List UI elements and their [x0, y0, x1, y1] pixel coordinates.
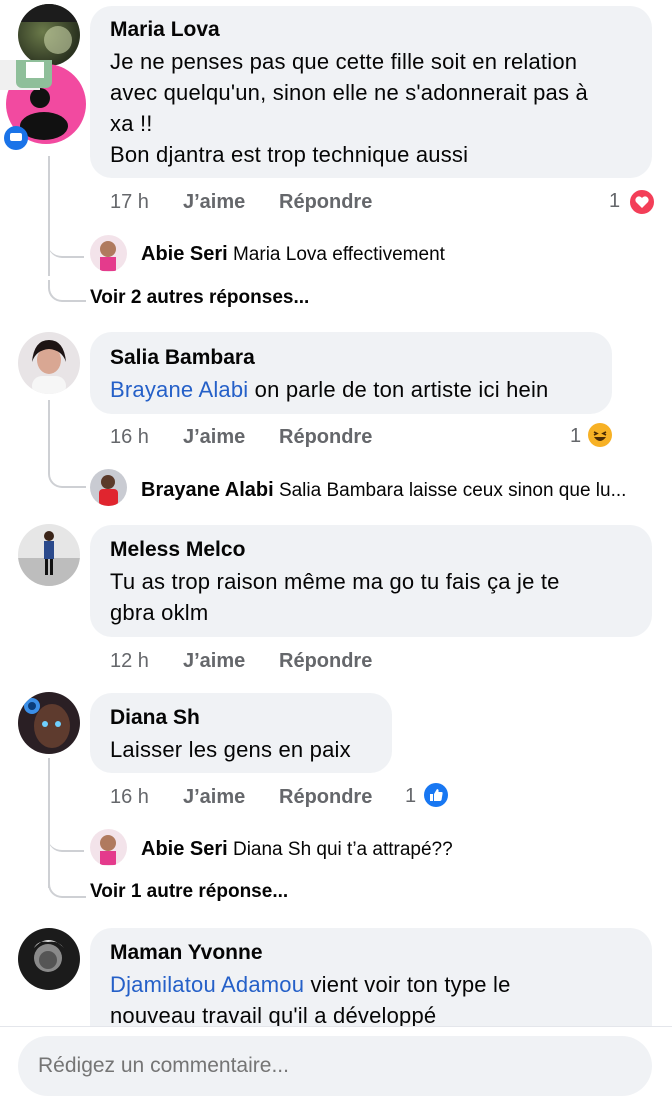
reply-author[interactable]: Brayane Alabi [141, 479, 274, 501]
reply-button[interactable]: Répondre [279, 786, 372, 809]
reply-preview[interactable]: Abie Seri Diana Sh qui t’a attrapé?? [141, 838, 453, 861]
reply-author[interactable]: Abie Seri [141, 838, 228, 860]
comment-text: Djamilatou Adamou vient voir ton type le… [110, 969, 650, 1031]
comment-author[interactable]: Meless Melco [110, 538, 245, 562]
avatar-abie-seri[interactable] [90, 235, 127, 272]
reply-text: effectivement [326, 244, 445, 265]
view-more-replies[interactable]: Voir 1 autre réponse... [90, 881, 288, 903]
thread-elbow [48, 820, 84, 852]
reply-button[interactable]: Répondre [279, 426, 372, 449]
avatar-maman-yvonne[interactable] [18, 928, 80, 990]
mention-link[interactable]: Brayane Alabi [110, 377, 248, 402]
thread-line [48, 400, 50, 460]
comment-text-line: Je ne penses pas que cette fille soit en… [110, 49, 578, 74]
comment-bubble[interactable]: Maria Lova Je ne penses pas que cette fi… [90, 6, 652, 178]
comment-time: 16 h [110, 786, 149, 808]
avatar-diana-sh[interactable] [18, 692, 80, 754]
floating-sticker-graphic [0, 52, 86, 156]
comment-bubble[interactable]: Meless Melco Tu as trop raison même ma g… [90, 525, 652, 637]
like-button[interactable]: J’aime [183, 191, 245, 214]
reply-preview[interactable]: Brayane Alabi Salia Bambara laisse ceux … [141, 479, 626, 502]
reply-preview[interactable]: Abie Seri Maria Lova effectivement [141, 243, 445, 266]
thread-elbow [48, 280, 86, 302]
avatar-salia-bambara[interactable] [18, 332, 80, 394]
avatar-brayane-alabi[interactable] [90, 469, 127, 506]
comment-time: 17 h [110, 191, 149, 213]
reply-mention: Maria Lova [232, 244, 327, 265]
comment-author[interactable]: Salia Bambara [110, 346, 255, 370]
like-button[interactable]: J’aime [183, 650, 245, 673]
thread-elbow [48, 876, 86, 898]
comment-text-line: avec quelqu'un, sinon elle ne s'adonnera… [110, 80, 588, 105]
thread-line [48, 156, 50, 276]
comment-time: 12 h [110, 650, 149, 672]
comment-composer[interactable] [18, 1036, 652, 1096]
like-reaction-icon[interactable] [424, 783, 448, 807]
reply-text: Salia Bambara laisse ceux sinon que lu..… [278, 480, 627, 501]
avatar-abie-seri[interactable] [90, 829, 127, 866]
comment-text-body: on parle de ton artiste ici hein [248, 377, 549, 402]
comment-text-line: gbra oklm [110, 600, 209, 625]
avatar-meless-melco[interactable] [18, 524, 80, 586]
comment-bubble[interactable]: Salia Bambara Brayane Alabi on parle de … [90, 332, 612, 414]
comment-text-line: xa !! [110, 111, 153, 136]
reply-author[interactable]: Abie Seri [141, 243, 228, 265]
haha-reaction-icon[interactable] [588, 423, 612, 447]
thread-elbow [48, 226, 84, 258]
reply-button[interactable]: Répondre [279, 191, 372, 214]
reaction-count[interactable]: 1 [570, 425, 581, 448]
reply-button[interactable]: Répondre [279, 650, 372, 673]
mention-link[interactable]: Djamilatou Adamou [110, 972, 304, 997]
comment-author[interactable]: Maria Lova [110, 18, 220, 42]
reaction-count[interactable]: 1 [609, 190, 620, 213]
avatar-image [18, 4, 80, 54]
reply-text: Diana Sh qui t’a attrapé?? [232, 839, 453, 860]
comment-text-line: Tu as trop raison même ma go tu fais ça … [110, 569, 560, 594]
comment-author[interactable]: Maman Yvonne [110, 941, 263, 965]
comment-text: Tu as trop raison même ma go tu fais ça … [110, 566, 650, 628]
like-button[interactable]: J’aime [183, 786, 245, 809]
comment-time: 16 h [110, 426, 149, 448]
comment-text-line: Bon djantra est trop technique aussi [110, 142, 469, 167]
comment-text-body: vient voir ton type le [304, 972, 511, 997]
comment-text: Je ne penses pas que cette fille soit en… [110, 46, 650, 170]
love-reaction-icon[interactable] [628, 188, 656, 216]
view-more-replies[interactable]: Voir 2 autres réponses... [90, 287, 309, 309]
comment-author[interactable]: Diana Sh [110, 706, 200, 730]
comment-text: Brayane Alabi on parle de ton artiste ic… [110, 374, 548, 405]
like-button[interactable]: J’aime [183, 426, 245, 449]
thread-elbow [48, 456, 86, 488]
comment-text-line: Djamilatou Adamou vient voir ton type le [110, 969, 650, 1000]
comment-bubble[interactable]: Diana Sh Laisser les gens en paix [90, 693, 392, 773]
comment-input[interactable] [38, 1054, 618, 1078]
comment-text: Laisser les gens en paix [110, 737, 351, 762]
reaction-count[interactable]: 1 [405, 785, 416, 808]
avatar-maria-lova[interactable] [18, 4, 80, 66]
